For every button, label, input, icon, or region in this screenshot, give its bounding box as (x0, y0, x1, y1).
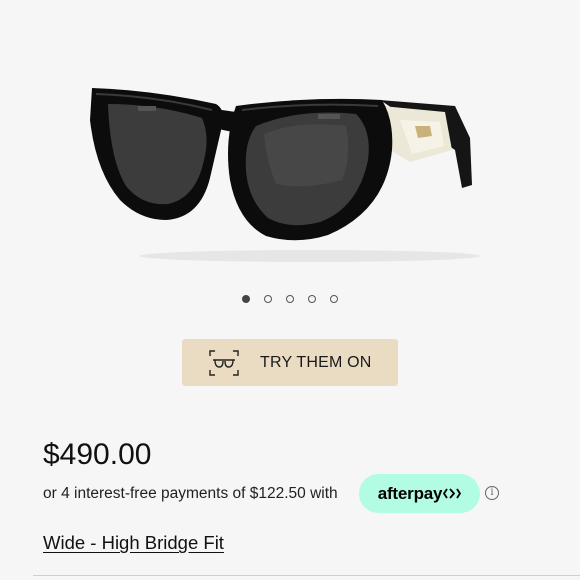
product-image (90, 88, 480, 262)
product-price: $490.00 (43, 438, 152, 471)
carousel-dot-2[interactable] (264, 295, 272, 303)
afterpay-label: afterpay (377, 483, 443, 503)
try-them-on-label: TRY THEM ON (260, 353, 372, 371)
carousel-dot-4[interactable] (308, 295, 316, 303)
try-them-on-button[interactable]: TRY THEM ON (182, 339, 398, 386)
divider (33, 575, 580, 576)
carousel-dot-5[interactable] (330, 295, 338, 303)
afterpay-arrows-icon (443, 488, 462, 499)
afterpay-badge[interactable]: afterpay (359, 474, 480, 513)
carousel-dots (0, 295, 580, 303)
info-icon[interactable]: i (485, 486, 499, 500)
fit-link[interactable]: Wide - High Bridge Fit (43, 532, 224, 554)
carousel-dot-1[interactable] (242, 295, 250, 303)
carousel-dot-3[interactable] (286, 295, 294, 303)
glasses-scan-icon (209, 349, 239, 376)
installments-text: or 4 interest-free payments of $122.50 w… (43, 485, 338, 502)
